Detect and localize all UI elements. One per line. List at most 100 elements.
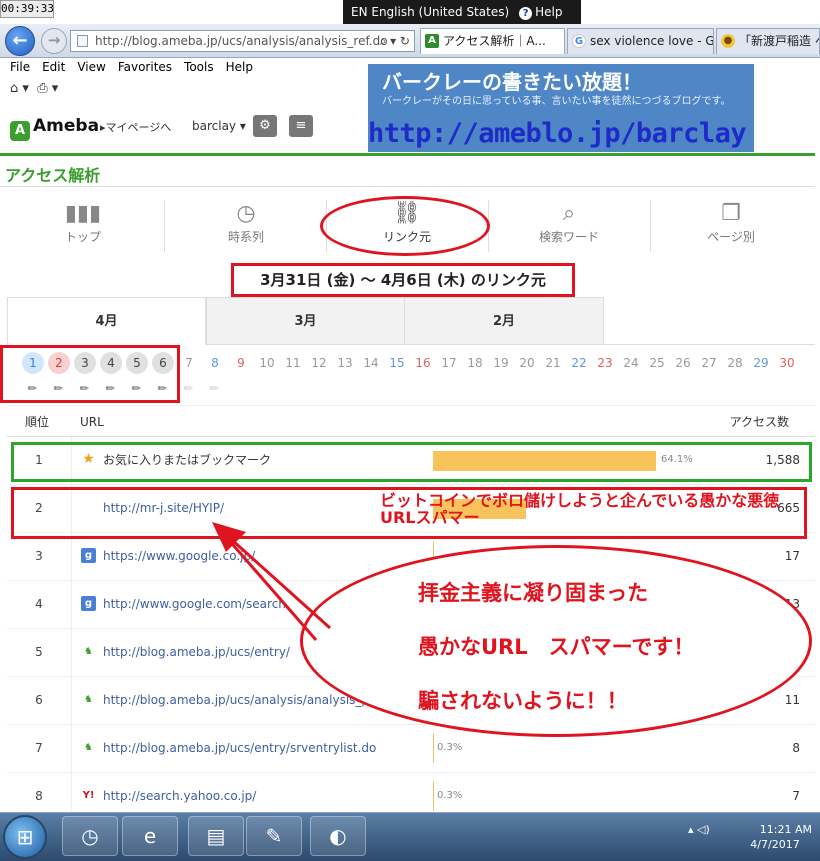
address-text: http://blog.ameba.jp/ucs/analysis/analys…	[95, 34, 388, 48]
rank-cell: 5	[35, 645, 43, 659]
help-link[interactable]: ? Help	[519, 5, 563, 20]
tray-time[interactable]: 11:21 AM	[760, 823, 812, 836]
user-name: barclay	[192, 119, 237, 133]
blog-banner: バークレーの書きたい放題！ バークレーがその日に思っている事、言いたい事を徒然に…	[368, 64, 754, 152]
warning-line: 愚かなURL スパマーです！	[418, 635, 695, 659]
count-cell: 8	[792, 741, 800, 755]
tab-access-analysis[interactable]: A アクセス解析｜A...	[420, 28, 565, 54]
menu-icon[interactable]: ≡	[289, 115, 313, 137]
ameba-icon: ♞	[84, 742, 93, 753]
percentage-bar	[433, 781, 434, 811]
rank-cell: 6	[35, 693, 43, 707]
mypage-link[interactable]: ▸マイページへ	[100, 119, 171, 135]
day-13: 13	[337, 356, 353, 370]
help-label: Help	[535, 5, 563, 19]
day-14: 14	[363, 356, 379, 370]
nav-search-words[interactable]: ⌕ 検索ワード	[488, 200, 650, 258]
menu-tools[interactable]: Tools	[184, 60, 214, 74]
nav-timeseries[interactable]: ◷ 時系列	[165, 200, 327, 258]
forward-button[interactable]: →	[41, 28, 67, 54]
gear-icon[interactable]: ⚙	[253, 115, 277, 137]
system-tray: ▴ ◁) 11:21 AM 4/7/2017	[680, 822, 820, 852]
bar-chart-icon: ▮▮▮	[64, 201, 102, 226]
percentage-label: 0.3%	[437, 742, 463, 753]
url-cell[interactable]: http://www.google.com/search	[103, 581, 286, 627]
ameba-logo-icon: A	[10, 121, 30, 141]
back-button[interactable]: ←	[5, 26, 35, 56]
ameba-icon: ♞	[84, 694, 93, 705]
table-header: 順位 URL アクセス数	[7, 405, 815, 437]
url-cell[interactable]: https://www.google.co.jp/	[103, 533, 255, 579]
rank-cell: 3	[35, 549, 43, 563]
page-title: アクセス解析	[5, 166, 101, 185]
pencil-icon: ✎	[206, 380, 223, 397]
nav-label: 時系列	[227, 230, 264, 244]
menu-help[interactable]: Help	[226, 60, 253, 74]
pencil-icon: ✎	[180, 380, 197, 397]
table-row: 7 ♞ http://blog.ameba.jp/ucs/entry/srventr…	[7, 725, 815, 773]
speaker-icon[interactable]: ▴ ◁)	[688, 823, 710, 836]
day-27: 27	[701, 356, 717, 370]
day-9: 9	[237, 356, 245, 370]
annotation-box-days	[0, 345, 180, 403]
tab-google-search[interactable]: Gsex violence love - G...	[567, 28, 714, 54]
address-bar[interactable]: http://blog.ameba.jp/ucs/analysis/analys…	[70, 30, 415, 52]
tab-label: アクセス解析｜A...	[443, 34, 546, 48]
rank-cell: 7	[35, 741, 43, 755]
ameba-icon: A	[425, 34, 439, 48]
day-21: 21	[545, 356, 561, 370]
tab-april[interactable]: 4月	[7, 297, 206, 345]
menu-file[interactable]: File	[10, 60, 30, 74]
ameba-icon: ♞	[84, 646, 93, 657]
search-icon: ⌕	[562, 201, 576, 226]
tab-march[interactable]: 3月	[206, 297, 405, 345]
warning-line: 騙されないように！！	[418, 689, 628, 713]
user-menu[interactable]: barclay ▾	[192, 119, 246, 133]
nav-label: トップ	[64, 230, 101, 244]
nav-top[interactable]: ▮▮▮ トップ	[2, 200, 164, 258]
tab-february[interactable]: 2月	[404, 297, 604, 345]
language-bar[interactable]: EN English (United States) ? Help	[343, 0, 581, 24]
day-7: 7	[185, 356, 193, 370]
notepad-icon[interactable]: ✎	[246, 816, 302, 856]
paint-icon[interactable]: ◐	[310, 816, 366, 856]
nav-pages[interactable]: ❐ ページ別	[650, 200, 812, 258]
search-refresh-icon[interactable]: ⌕ ▾ ↻	[380, 31, 410, 51]
day-24: 24	[623, 356, 639, 370]
warning-line: 拝金主義に凝り固まった	[418, 581, 649, 605]
day-22: 22	[571, 356, 587, 370]
language-label[interactable]: EN English (United States)	[351, 5, 509, 19]
date-range-title: 3月31日 (金) ～ 4月6日 (木) のリンク元	[231, 263, 575, 297]
day-15: 15	[389, 356, 405, 370]
day-10: 10	[259, 356, 275, 370]
menu-edit[interactable]: Edit	[42, 60, 65, 74]
day-23: 23	[597, 356, 613, 370]
header-access: アクセス数	[729, 415, 789, 429]
banner-title: バークレーの書きたい放題！	[382, 70, 642, 94]
menu-view[interactable]: View	[77, 60, 105, 74]
start-button[interactable]: ⊞	[3, 815, 47, 859]
warning-text: 拝金主義に凝り固まった 愚かなURL スパマーです！ 騙されないように！！	[418, 566, 798, 728]
mypage-label: マイページへ	[105, 121, 172, 134]
file-explorer-icon[interactable]: ▤	[188, 816, 244, 856]
ameba-logo[interactable]: A Ameba	[10, 114, 99, 141]
url-cell[interactable]: http://blog.ameba.jp/ucs/entry/srventryl…	[103, 725, 376, 771]
google-icon: G	[572, 34, 586, 48]
banner-subtitle: バークレーがその日に思っている事、言いたい事を徒然につづるブログです。	[382, 96, 731, 107]
day-16: 16	[415, 356, 431, 370]
header-url: URL	[80, 415, 104, 429]
tab-label: 「新渡戸稲造 へ	[739, 34, 820, 48]
tab-nitobe[interactable]: ● 「新渡戸稲造 へ	[716, 28, 820, 54]
tray-date[interactable]: 4/7/2017	[730, 837, 820, 852]
page-icon	[77, 35, 88, 47]
favicon-icon: ●	[721, 34, 735, 48]
day-17: 17	[441, 356, 457, 370]
print-icon[interactable]: ⎙ ▾	[37, 81, 58, 96]
menu-favorites[interactable]: Favorites	[118, 60, 172, 74]
day-30: 30	[779, 356, 795, 370]
clock-app-icon[interactable]: ◷	[62, 816, 118, 856]
internet-explorer-icon[interactable]: e	[122, 816, 178, 856]
day-26: 26	[675, 356, 691, 370]
home-icon[interactable]: ⌂ ▾	[10, 81, 29, 96]
url-cell[interactable]: http://blog.ameba.jp/ucs/entry/	[103, 629, 290, 675]
